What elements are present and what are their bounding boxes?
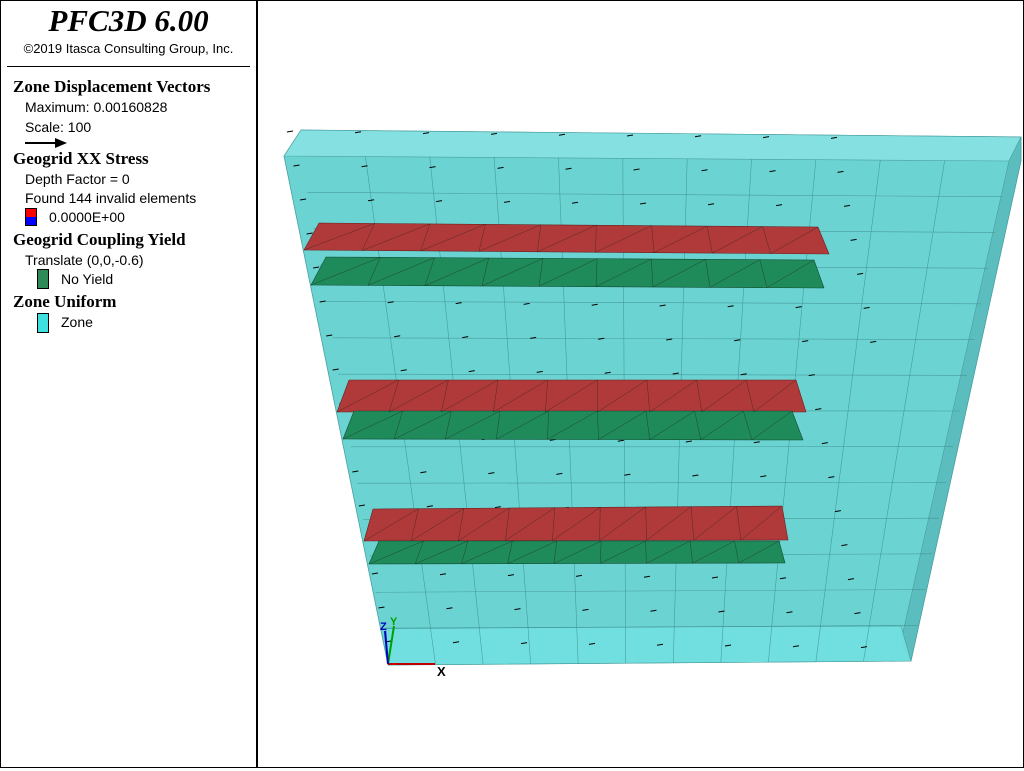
axis-x-label: X [437,664,446,679]
stress-depth-factor: Depth Factor = 0 [25,171,130,188]
axis-y-label: Y [390,616,398,628]
model-viewport[interactable]: X Y Z [259,2,1023,766]
stress-heading: Geogrid XX Stress [13,149,149,169]
stress-value: 0.0000E+00 [49,209,125,226]
copyright-text: ©2019 Itasca Consulting Group, Inc. [1,41,256,57]
arrow-icon [25,137,69,149]
zone-label: Zone [61,314,93,331]
app-title: PFC3D 6.00 [1,3,256,39]
model-scene: X Y Z [259,2,1023,766]
stress-swatch [25,208,37,226]
coupling-heading: Geogrid Coupling Yield [13,230,186,250]
zone-top-face [284,130,1021,161]
title-divider [7,66,250,67]
zone-heading: Zone Uniform [13,292,116,312]
no-yield-label: No Yield [61,271,113,288]
zone-swatch [37,313,49,333]
displacement-scale: Scale: 100 [25,119,91,136]
displacement-vector [287,131,293,132]
axis-z-label: Z [380,621,387,633]
displacement-maximum: Maximum: 0.00160828 [25,99,167,116]
stress-invalid-count: Found 144 invalid elements [25,190,196,207]
displacement-heading: Zone Displacement Vectors [13,77,210,97]
zone-bottom-face [386,626,911,665]
no-yield-swatch [37,269,49,289]
plot-window: PFC3D 6.00 ©2019 Itasca Consulting Group… [0,0,1024,768]
coupling-translate: Translate (0,0,-0.6) [25,252,144,269]
geogrid-coupling-2 [343,411,803,440]
geogrid-stress-3 [364,506,788,541]
legend-panel: PFC3D 6.00 ©2019 Itasca Consulting Group… [1,1,258,767]
